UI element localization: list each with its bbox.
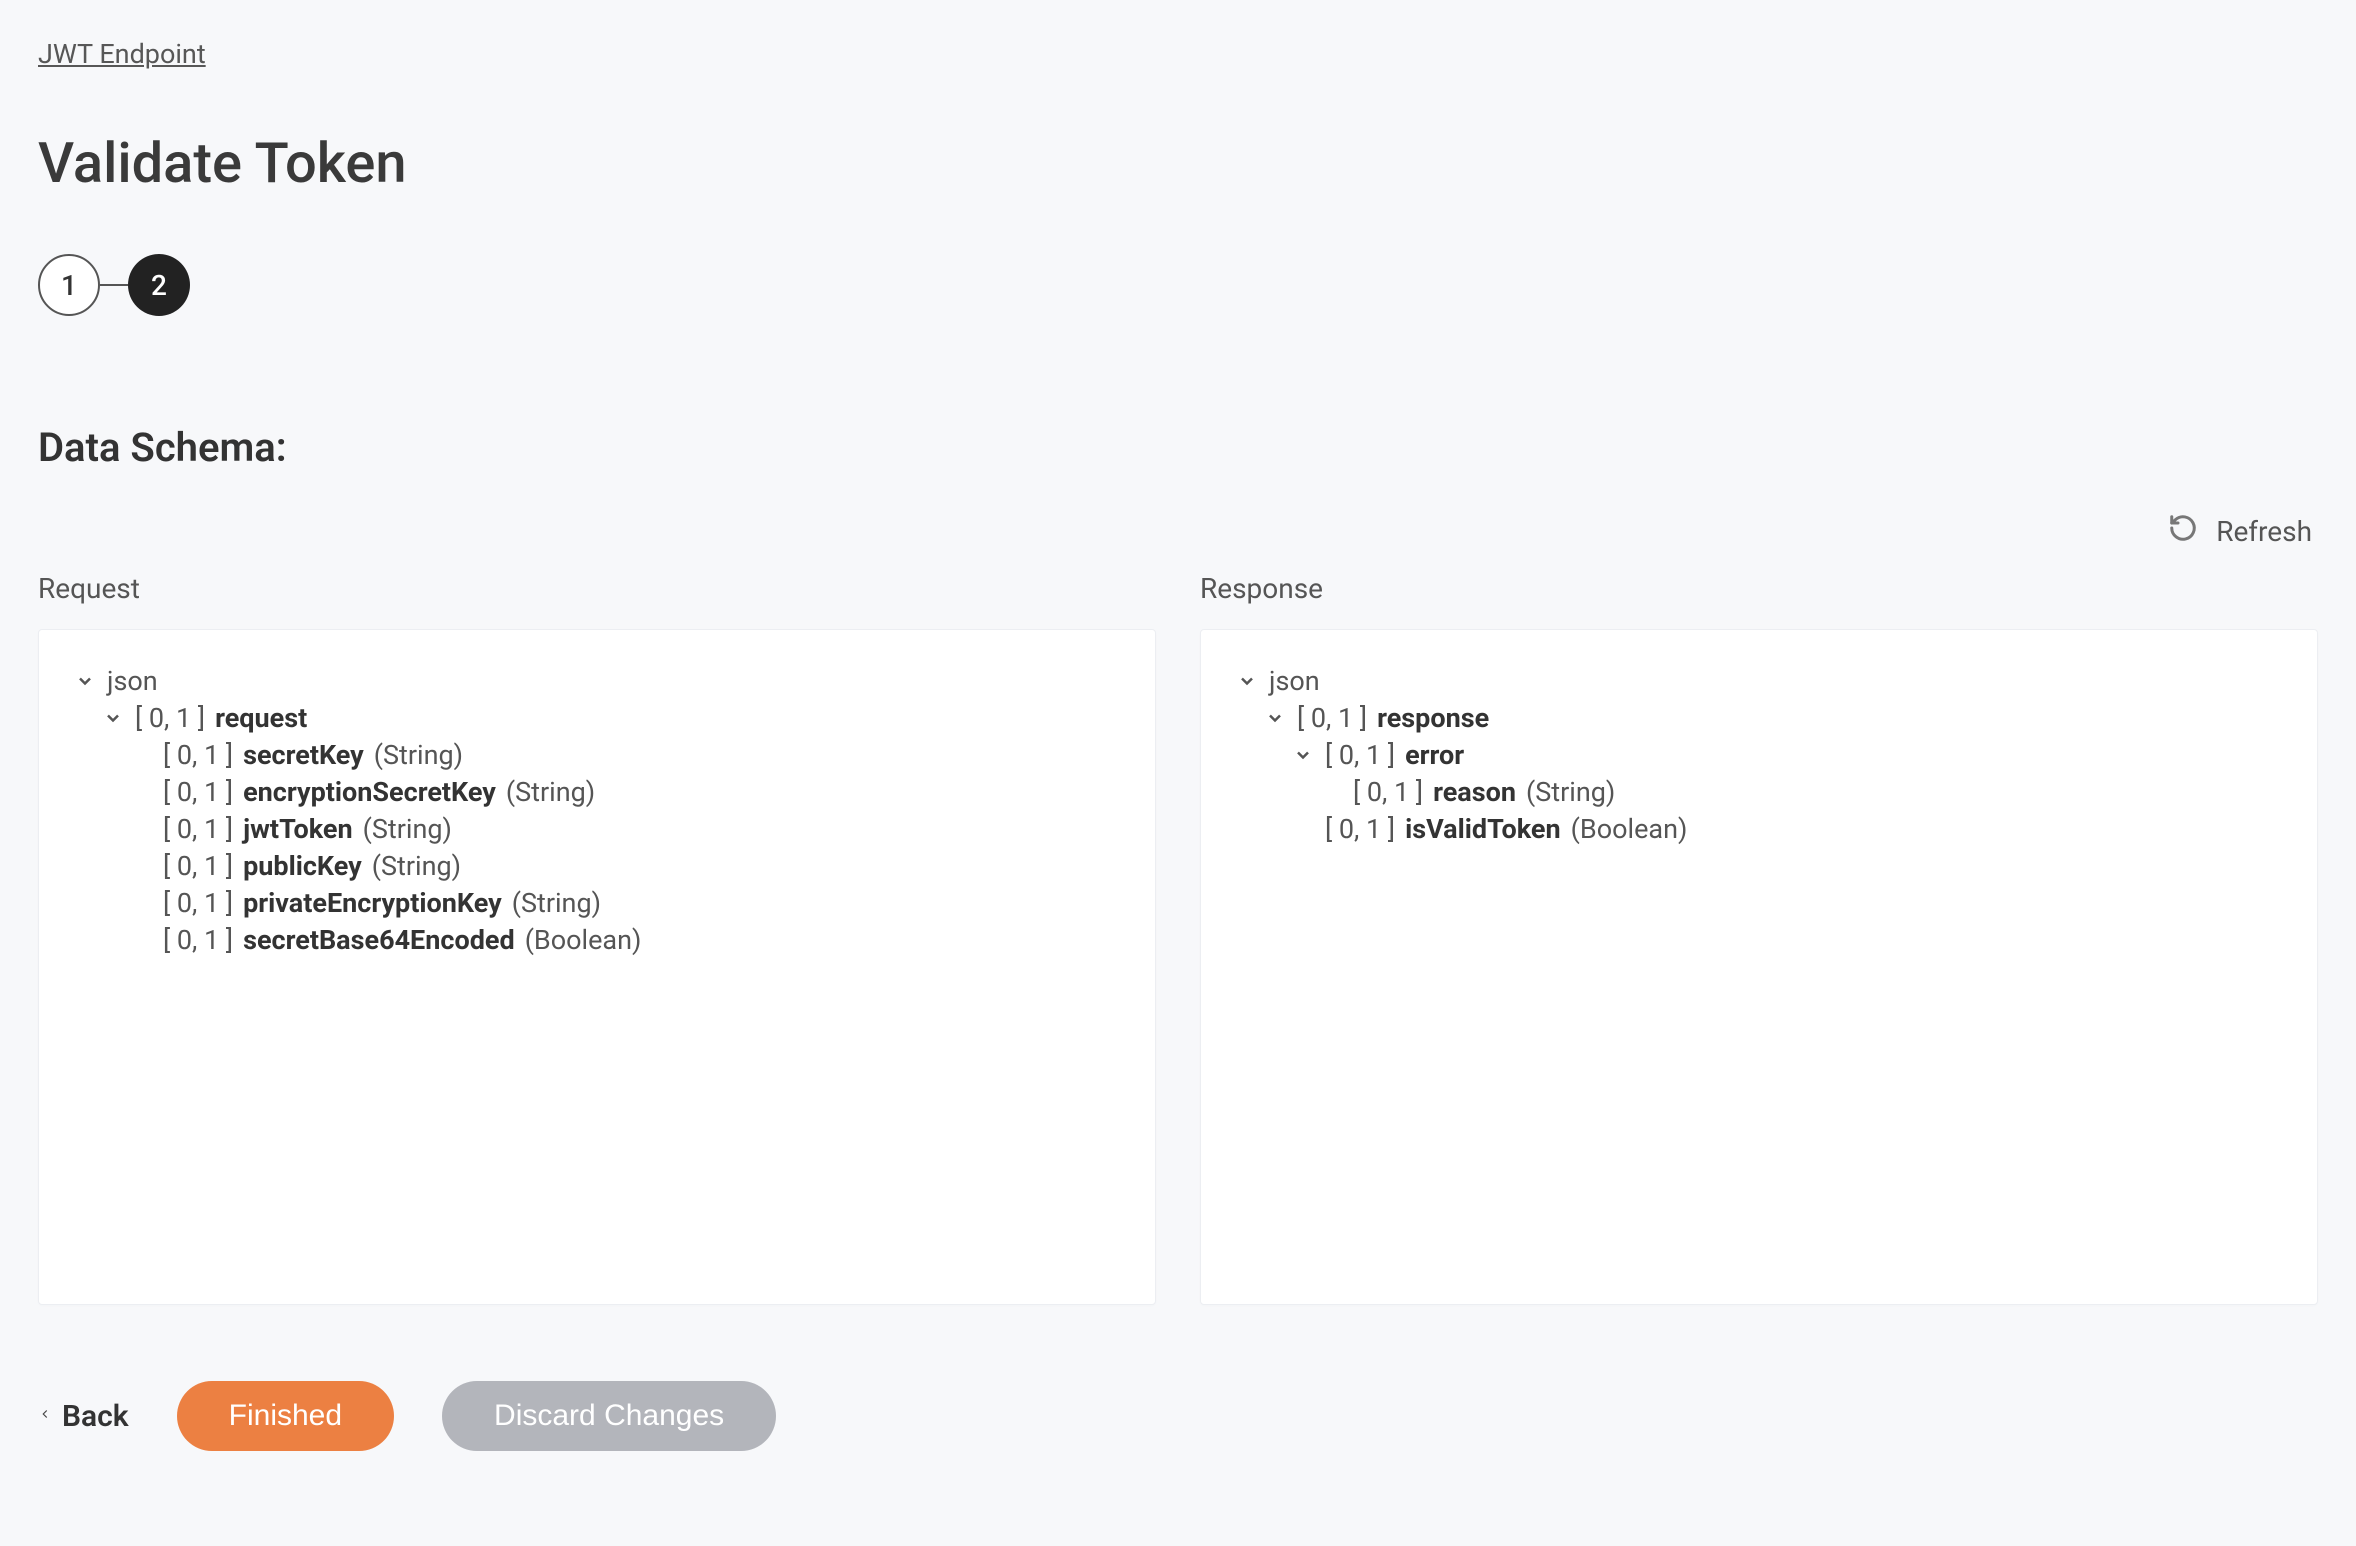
group-name: request [215, 702, 307, 734]
breadcrumb[interactable]: JWT Endpoint [38, 38, 206, 70]
spacer [129, 891, 153, 915]
back-label: Back [62, 1399, 129, 1434]
cardinality-label: [ 0, 1 ] [1325, 813, 1395, 845]
request-column: Request json [ 0, 1 ] request [ 0, 1 ] se… [38, 572, 1156, 1305]
cardinality-label: [ 0, 1 ] [1353, 776, 1423, 808]
spacer [129, 817, 153, 841]
spacer [129, 928, 153, 952]
tree-root-label: json [107, 665, 158, 697]
spacer [129, 780, 153, 804]
refresh-button[interactable]: Refresh [2168, 513, 2312, 550]
response-schema-panel: json [ 0, 1 ] response [ 0, 1 ] error [ … [1200, 629, 2318, 1305]
tree-node-field[interactable]: [ 0, 1 ] jwtToken (String) [129, 813, 1121, 845]
chevron-down-icon [101, 706, 125, 730]
field-type: (String) [512, 887, 601, 919]
tree-node-field[interactable]: [ 0, 1 ] secretBase64Encoded (Boolean) [129, 924, 1121, 956]
cardinality-label: [ 0, 1 ] [163, 776, 233, 808]
chevron-left-icon [38, 1399, 52, 1434]
response-title: Response [1200, 572, 2318, 605]
tree-node-field[interactable]: [ 0, 1 ] reason (String) [1319, 776, 2283, 808]
field-type: (String) [1526, 776, 1615, 808]
tree-node-field[interactable]: [ 0, 1 ] isValidToken (Boolean) [1291, 813, 2283, 845]
field-name: reason [1433, 776, 1516, 808]
field-type: (Boolean) [525, 924, 642, 956]
field-name: publicKey [243, 850, 362, 882]
spacer [129, 854, 153, 878]
request-title: Request [38, 572, 1156, 605]
field-name: secretKey [243, 739, 364, 771]
cardinality-label: [ 0, 1 ] [163, 924, 233, 956]
response-column: Response json [ 0, 1 ] response [ 0, 1 [1200, 572, 2318, 1305]
tree-node-group[interactable]: [ 0, 1 ] response [1263, 702, 2283, 734]
field-name: secretBase64Encoded [243, 924, 515, 956]
tree-node-field[interactable]: [ 0, 1 ] publicKey (String) [129, 850, 1121, 882]
cardinality-label: [ 0, 1 ] [163, 739, 233, 771]
spacer [1319, 780, 1343, 804]
step-1[interactable]: 1 [38, 254, 100, 316]
request-schema-panel: json [ 0, 1 ] request [ 0, 1 ] secretKey (… [38, 629, 1156, 1305]
cardinality-label: [ 0, 1 ] [1325, 739, 1395, 771]
tree-node-field[interactable]: [ 0, 1 ] privateEncryptionKey (String) [129, 887, 1121, 919]
field-type: (String) [372, 850, 461, 882]
wizard-footer: Back Finished Discard Changes [38, 1381, 2318, 1451]
wizard-stepper: 1 2 [38, 254, 2318, 316]
spacer [129, 743, 153, 767]
field-type: (Boolean) [1571, 813, 1688, 845]
tree-root-label: json [1269, 665, 1320, 697]
chevron-down-icon [1235, 669, 1259, 693]
page-title: Validate Token [38, 130, 2318, 196]
step-2[interactable]: 2 [128, 254, 190, 316]
cardinality-label: [ 0, 1 ] [1297, 702, 1367, 734]
field-name: isValidToken [1405, 813, 1561, 845]
tree-node-root[interactable]: json [1235, 665, 2283, 697]
field-type: (String) [374, 739, 463, 771]
finished-button[interactable]: Finished [177, 1381, 394, 1451]
cardinality-label: [ 0, 1 ] [163, 813, 233, 845]
chevron-down-icon [73, 669, 97, 693]
section-title-data-schema: Data Schema: [38, 424, 2318, 471]
tree-node-error-group[interactable]: [ 0, 1 ] error [1291, 739, 2283, 771]
cardinality-label: [ 0, 1 ] [163, 850, 233, 882]
spacer [1291, 817, 1315, 841]
step-connector [100, 284, 128, 286]
tree-node-field[interactable]: [ 0, 1 ] secretKey (String) [129, 739, 1121, 771]
chevron-down-icon [1291, 743, 1315, 767]
chevron-down-icon [1263, 706, 1287, 730]
cardinality-label: [ 0, 1 ] [135, 702, 205, 734]
tree-node-group[interactable]: [ 0, 1 ] request [101, 702, 1121, 734]
tree-node-root[interactable]: json [73, 665, 1121, 697]
back-button[interactable]: Back [38, 1399, 129, 1434]
discard-changes-button[interactable]: Discard Changes [442, 1381, 776, 1451]
refresh-icon [2168, 513, 2198, 550]
field-name: jwtToken [243, 813, 353, 845]
field-type: (String) [363, 813, 452, 845]
group-name: error [1405, 739, 1464, 771]
refresh-label: Refresh [2216, 515, 2312, 548]
cardinality-label: [ 0, 1 ] [163, 887, 233, 919]
field-name: privateEncryptionKey [243, 887, 502, 919]
group-name: response [1377, 702, 1489, 734]
field-name: encryptionSecretKey [243, 776, 496, 808]
tree-node-field[interactable]: [ 0, 1 ] encryptionSecretKey (String) [129, 776, 1121, 808]
field-type: (String) [506, 776, 595, 808]
